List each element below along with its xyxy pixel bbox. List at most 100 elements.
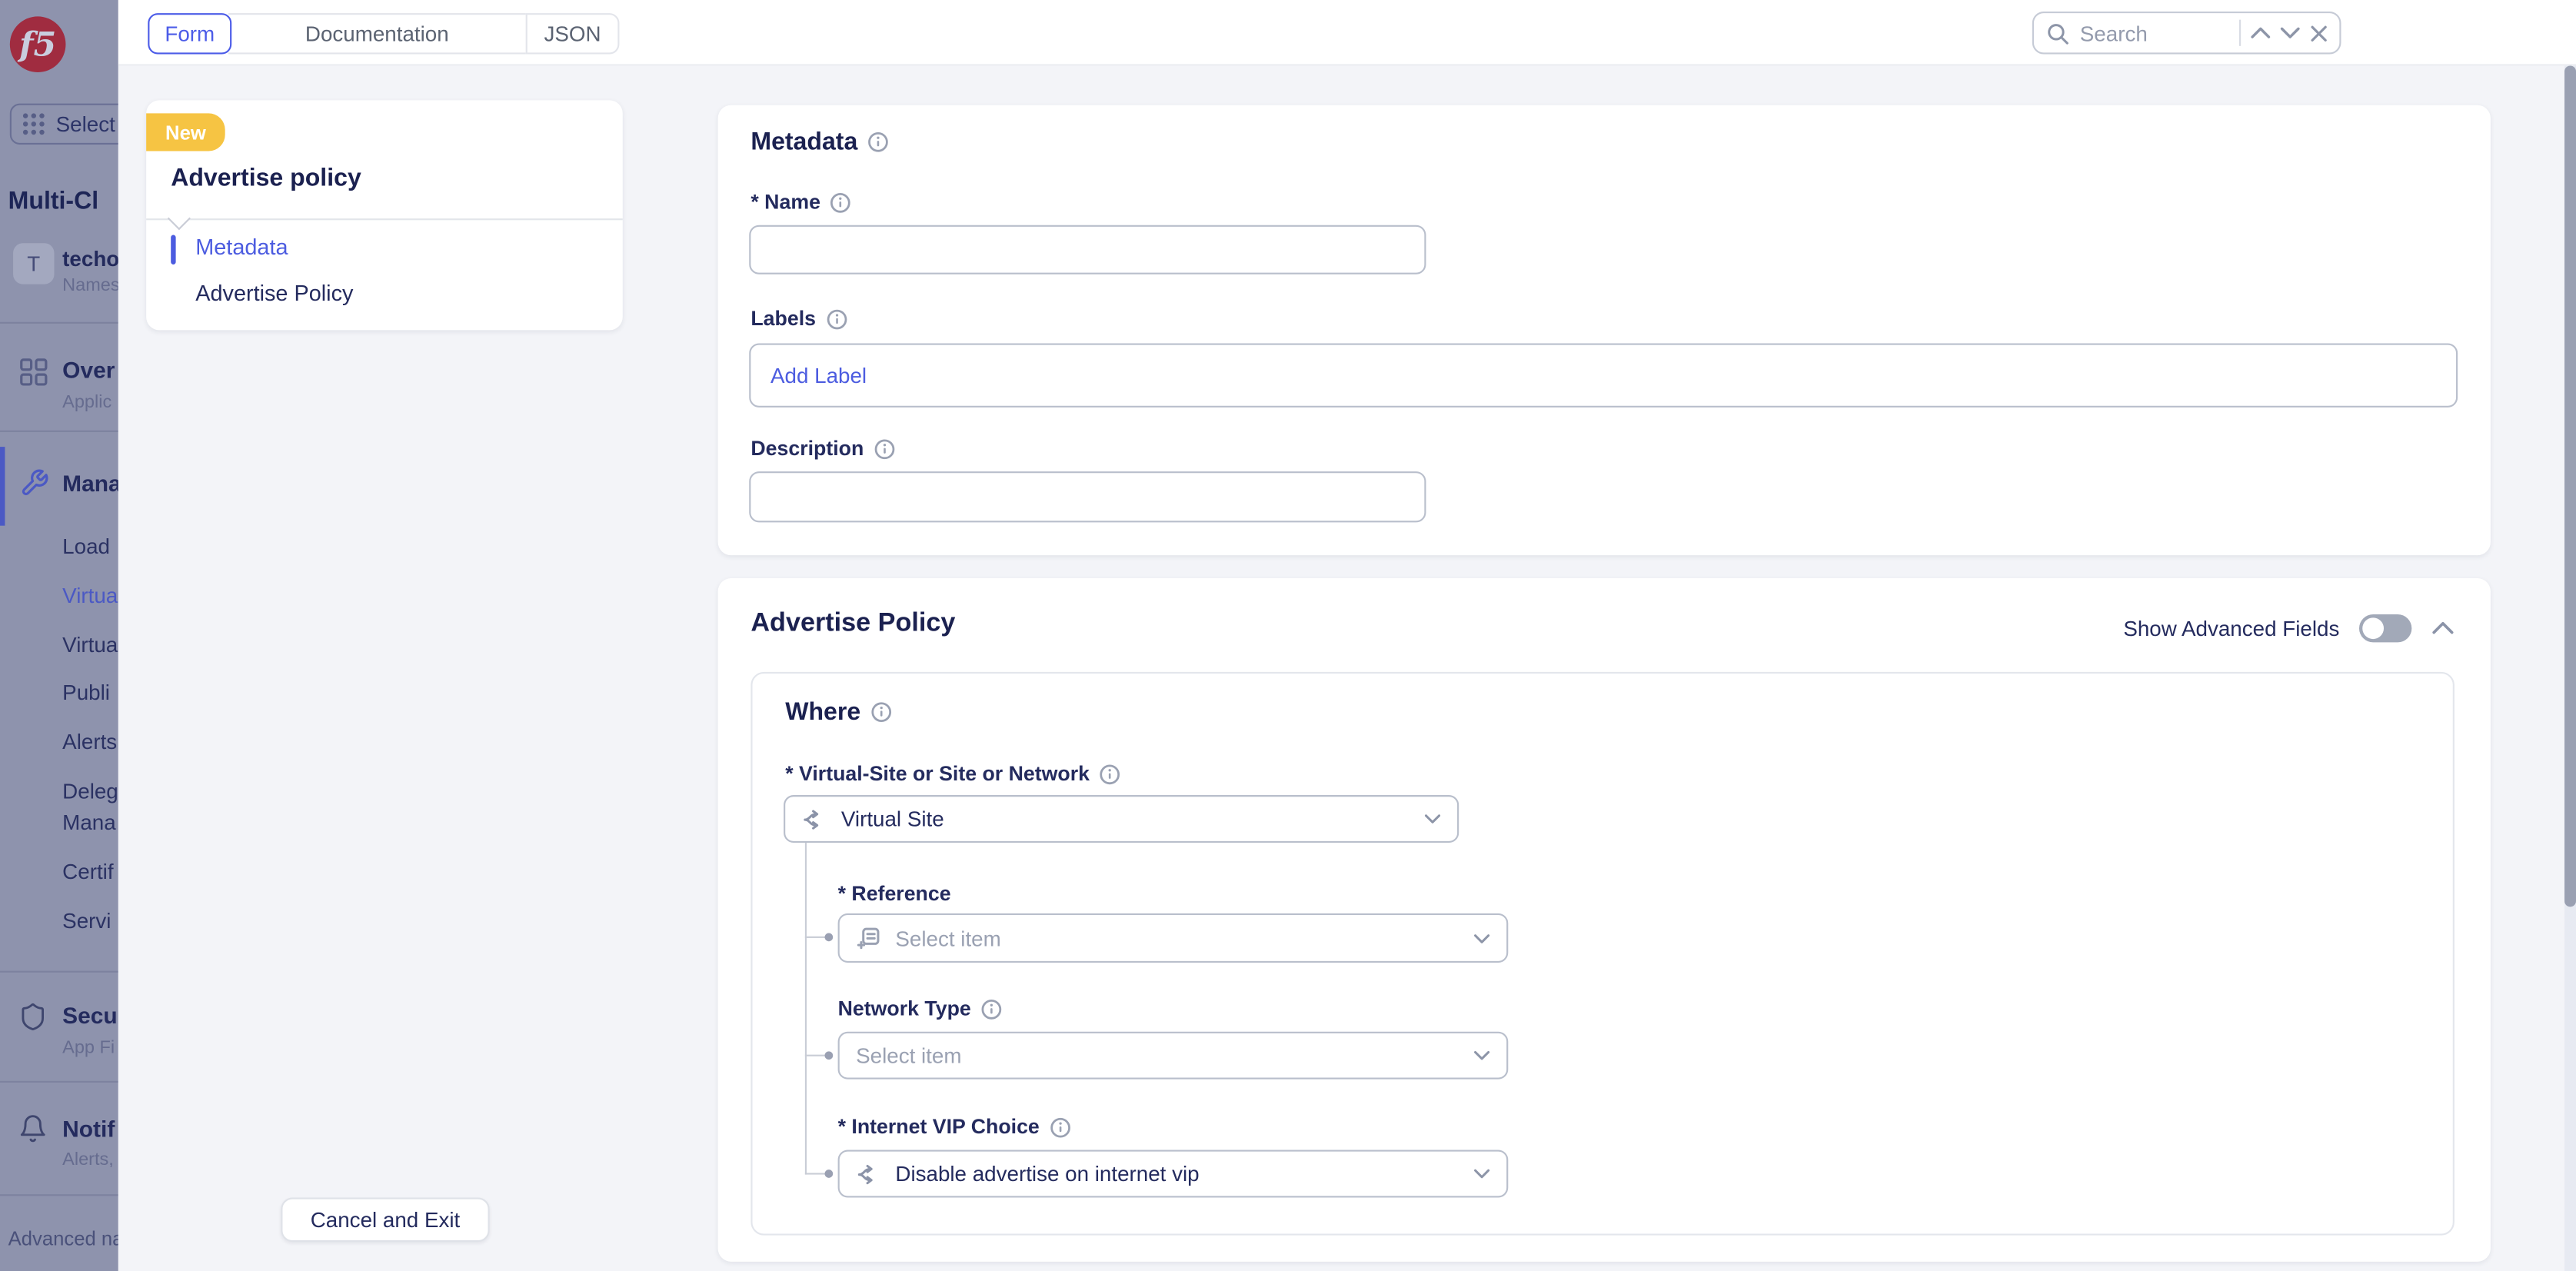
sidebar-item-alerts[interactable]: Alerts xyxy=(62,730,117,754)
tree-connector xyxy=(805,937,827,938)
name-label: * Name xyxy=(751,191,820,214)
labels-label: Labels xyxy=(751,308,816,331)
internet-vip-choice-label: * Internet VIP Choice xyxy=(838,1116,1040,1139)
sidebar-item-virtual-active[interactable]: Virtua xyxy=(62,583,118,607)
sidebar-item-load[interactable]: Load xyxy=(62,534,110,558)
internet-vip-choice-value: Disable advertise on internet vip xyxy=(895,1161,1460,1186)
advanced-fields-toggle[interactable] xyxy=(2359,614,2411,642)
branch-icon xyxy=(856,1160,882,1186)
sidebar-divider xyxy=(0,971,118,973)
metadata-section: Metadata * Name Labels Add Label Descrip… xyxy=(718,105,2491,555)
object-title: Advertise policy xyxy=(171,165,361,192)
info-icon[interactable] xyxy=(870,701,892,723)
sidebar-footer-advanced-nav[interactable]: Advanced na xyxy=(8,1227,118,1250)
reference-label: * Reference xyxy=(838,882,951,905)
search-icon xyxy=(2045,21,2070,45)
site-choice-select[interactable]: Virtual Site xyxy=(784,795,1459,843)
tree-connector-dot xyxy=(825,1170,834,1178)
sidebar-item-virtual[interactable]: Virtua xyxy=(62,633,118,657)
network-type-label: Network Type xyxy=(838,997,971,1020)
nav-item-metadata[interactable]: Metadata xyxy=(195,235,288,260)
add-label-button[interactable]: Add Label xyxy=(770,363,867,388)
shield-icon xyxy=(18,1002,48,1031)
advertise-policy-heading: Advertise Policy xyxy=(751,610,955,639)
search-next-icon[interactable] xyxy=(2280,26,2300,39)
wrench-icon xyxy=(20,468,49,497)
workspace-name[interactable]: techo xyxy=(62,246,118,271)
chevron-down-icon xyxy=(1473,1050,1489,1061)
search-close-icon[interactable] xyxy=(2310,24,2328,42)
metadata-heading: Metadata xyxy=(751,128,857,156)
collapse-chevron-up-icon[interactable] xyxy=(2431,621,2455,636)
sidebar-item-services[interactable]: Servi xyxy=(62,908,111,933)
doc-add-icon xyxy=(856,925,882,951)
cancel-and-exit-label: Cancel and Exit xyxy=(311,1207,461,1232)
sidebar-item-manage[interactable]: Mana xyxy=(62,470,118,496)
sidebar-item-delegated-line2[interactable]: Mana xyxy=(62,810,116,834)
name-input[interactable] xyxy=(749,225,1426,274)
description-input[interactable] xyxy=(749,471,1426,522)
chevron-down-icon xyxy=(1473,932,1489,943)
new-badge-label: New xyxy=(165,121,206,144)
reference-select[interactable]: Select item xyxy=(838,913,1509,963)
nav-active-bar xyxy=(171,235,175,265)
tab-form[interactable]: Form xyxy=(148,13,231,54)
network-type-select[interactable]: Select item xyxy=(838,1032,1509,1080)
reference-placeholder: Select item xyxy=(895,926,1460,950)
info-icon[interactable] xyxy=(826,308,847,330)
labels-field[interactable]: Add Label xyxy=(749,344,2458,408)
sidebar-item-notifications[interactable]: Notif xyxy=(62,1116,115,1142)
show-advanced-fields-label: Show Advanced Fields xyxy=(2123,616,2339,640)
search-input[interactable] xyxy=(2080,21,2229,45)
where-heading: Where xyxy=(785,698,860,726)
sidebar-item-delegated[interactable]: Deleg xyxy=(62,779,118,804)
nav-item-advertise-policy[interactable]: Advertise Policy xyxy=(195,281,353,305)
sidebar: f5 Select Multi-Cl T techo Names xyxy=(0,0,118,1271)
active-section-bar xyxy=(0,447,5,526)
workspace-avatar-letter: T xyxy=(27,251,40,276)
tab-documentation[interactable]: Documentation xyxy=(228,13,526,54)
nav-panel-divider xyxy=(146,218,623,220)
internet-vip-choice-select[interactable]: Disable advertise on internet vip xyxy=(838,1150,1509,1198)
search-prev-icon[interactable] xyxy=(2251,26,2271,39)
sidebar-divider xyxy=(0,1081,118,1083)
info-icon[interactable] xyxy=(981,998,1003,1020)
chevron-down-icon xyxy=(1473,1168,1489,1180)
tree-connector xyxy=(805,843,807,1175)
info-icon[interactable] xyxy=(867,131,889,153)
tab-form-label: Form xyxy=(165,22,215,46)
sidebar-item-overview[interactable]: Over xyxy=(62,357,115,383)
scrollbar-thumb[interactable] xyxy=(2564,65,2576,907)
security-subtitle: App Fi xyxy=(62,1038,115,1058)
network-type-placeholder: Select item xyxy=(856,1043,1460,1068)
info-icon[interactable] xyxy=(1100,763,1121,784)
tree-connector xyxy=(805,1055,827,1056)
info-icon[interactable] xyxy=(830,191,852,213)
nav-panel-notch xyxy=(168,207,191,230)
object-nav-panel: New Advertise policy Metadata Advertise … xyxy=(146,100,623,330)
bell-icon xyxy=(18,1114,48,1143)
site-choice-value: Virtual Site xyxy=(841,807,1411,831)
sidebar-item-security[interactable]: Secu xyxy=(62,1002,118,1028)
sidebar-item-certificates[interactable]: Certif xyxy=(62,859,113,883)
info-icon[interactable] xyxy=(1050,1116,1071,1138)
toggle-knob xyxy=(2362,617,2384,639)
service-select-button[interactable]: Select xyxy=(10,104,118,145)
overview-icon xyxy=(20,358,48,386)
f5-logo-text: f5 xyxy=(19,25,56,64)
info-icon[interactable] xyxy=(874,438,895,459)
sidebar-divider xyxy=(0,431,118,432)
cancel-and-exit-button[interactable]: Cancel and Exit xyxy=(281,1197,489,1242)
branch-icon xyxy=(802,806,828,832)
sidebar-divider xyxy=(0,322,118,324)
search-divider xyxy=(2239,20,2241,46)
scrollbar-track xyxy=(2564,65,2576,1271)
workspace-avatar[interactable]: T xyxy=(13,243,54,284)
tab-json[interactable]: JSON xyxy=(526,13,620,54)
search-box xyxy=(2032,12,2341,55)
workspace-subtitle: Names xyxy=(62,276,118,296)
view-tabs: Form Documentation JSON xyxy=(148,13,619,54)
advertise-policy-section: Advertise Policy Show Advanced Fields Wh… xyxy=(718,578,2491,1262)
tab-json-label: JSON xyxy=(544,22,601,46)
sidebar-item-public[interactable]: Publi xyxy=(62,680,110,705)
